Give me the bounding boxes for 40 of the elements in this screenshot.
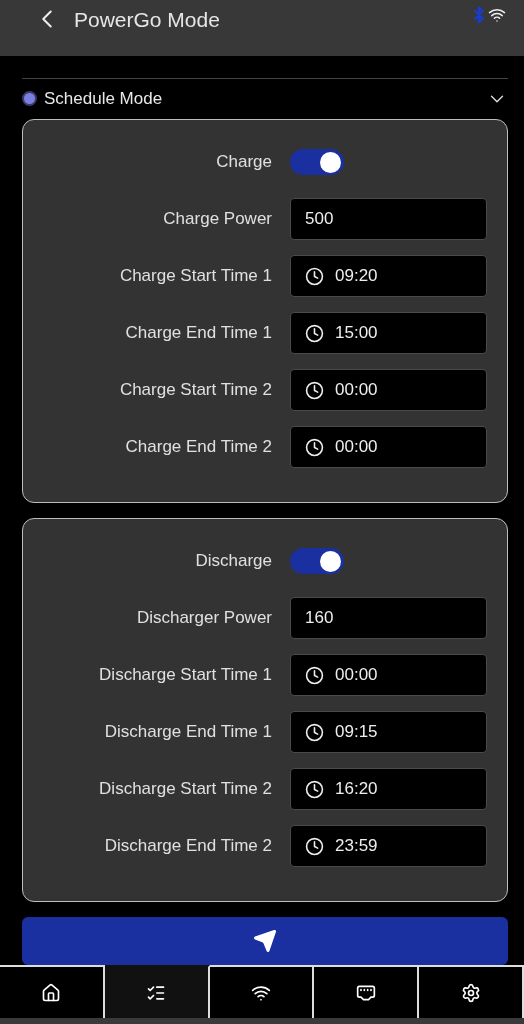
field-label: Charge Power	[162, 209, 272, 229]
toggle-label: Discharge	[194, 551, 272, 571]
time-field[interactable]: 00:00	[290, 369, 487, 411]
input-field[interactable]: 500	[290, 198, 487, 240]
field-label: Discharge Start Time 2	[98, 779, 272, 799]
toggle-switch[interactable]	[290, 149, 344, 175]
settings-icon	[460, 982, 481, 1003]
clock-icon	[305, 836, 324, 856]
time-field[interactable]: 16:20	[290, 768, 487, 810]
toggle-switch[interactable]	[290, 548, 344, 574]
time-field[interactable]: 00:00	[290, 426, 487, 468]
time-field[interactable]: 15:00	[290, 312, 487, 354]
time-field[interactable]: 23:59	[290, 825, 487, 867]
home-icon	[41, 982, 62, 1003]
time-field[interactable]: 09:20	[290, 255, 487, 297]
send-icon	[253, 929, 277, 953]
page-title: PowerGo Mode	[74, 8, 221, 32]
time-field[interactable]: 09:15	[290, 711, 487, 753]
field-label: Discharge Start Time 1	[98, 665, 272, 685]
field-label: Charge Start Time 2	[118, 380, 272, 400]
field-label: Discharge End Time 1	[103, 722, 272, 742]
field-label: Discharge End Time 2	[103, 836, 272, 856]
time-field[interactable]: 00:00	[290, 654, 487, 696]
clock-icon	[305, 380, 324, 400]
input-field[interactable]: 160	[290, 597, 487, 639]
clock-icon	[305, 722, 324, 742]
mode-radio[interactable]	[22, 91, 37, 107]
clock-icon	[305, 437, 324, 457]
field-label: Discharger Power	[135, 608, 272, 628]
clock-icon	[305, 665, 324, 685]
wifi-icon	[488, 6, 506, 24]
toggle-label: Charge	[215, 152, 272, 172]
nav-tab[interactable]	[104, 965, 210, 1018]
mode-label: Schedule Mode	[44, 88, 164, 109]
clock-icon	[305, 779, 324, 799]
field-label: Charge End Time 1	[124, 323, 272, 343]
field-label: Charge Start Time 1	[118, 266, 272, 286]
field-label: Charge End Time 2	[124, 437, 272, 457]
clock-icon	[305, 323, 324, 343]
clock-icon	[305, 266, 324, 286]
